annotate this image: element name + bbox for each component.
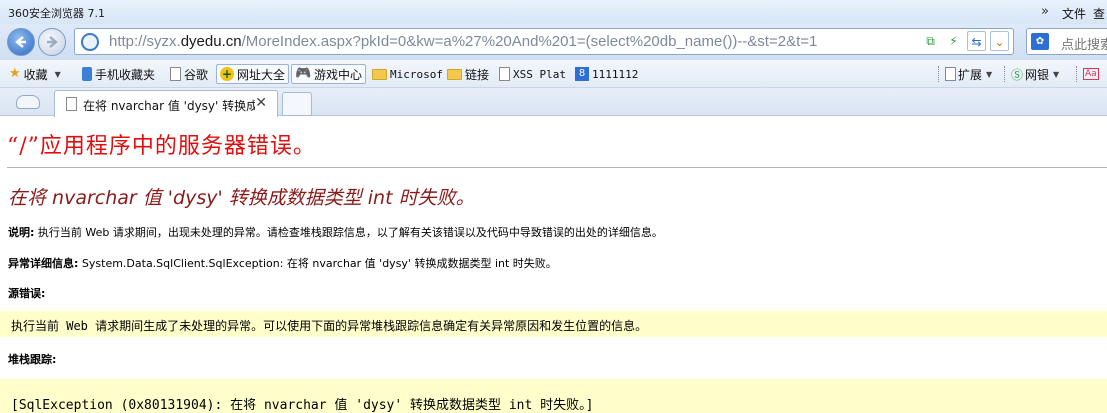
bookmark-links-label: 链接	[465, 67, 490, 82]
close-icon[interactable]: ✕	[255, 95, 267, 111]
bookmark-xss-plat-label: XSS Plat	[513, 67, 566, 81]
bank-icon: Ⓢ	[1011, 67, 1024, 82]
tab-title: 在将 nvarchar 值 'dysy' 转换成数据类型 int 时失败	[83, 99, 255, 113]
url-domain: dyedu.cn	[180, 33, 242, 50]
menu-overflow-chevron[interactable]: »	[1041, 4, 1049, 19]
bookmark-url-directory[interactable]: + 网址大全	[216, 64, 290, 84]
description-label: 说明:	[8, 226, 35, 239]
bookmark-url-directory-label: 网址大全	[237, 67, 286, 82]
address-bar[interactable]: http://syzx.dyedu.cn/MoreIndex.aspx?pkId…	[74, 28, 1014, 55]
page-heading: “/”应用程序中的服务器错误。	[7, 134, 316, 159]
dropdown-chevron-icon[interactable]: ⌄	[990, 31, 1009, 51]
extensions-label: 扩展	[958, 67, 983, 82]
stack-trace-label-line: 堆栈跟踪:	[8, 351, 56, 367]
back-arrow-icon	[15, 36, 26, 48]
error-title: 在将 nvarchar 值 'dysy' 转换成数据类型 int 时失败。	[8, 187, 475, 209]
stack-trace-first-line: [SqlException (0x80131904): 在将 nvarchar …	[11, 398, 594, 413]
folder-icon	[447, 68, 462, 80]
bookmarks-bar: ★ 收藏 ▼ 手机收藏夹 谷歌 + 网址大全 🎮 游戏中心 Microsof 链…	[0, 60, 1107, 88]
navigation-bar: http://syzx.dyedu.cn/MoreIndex.aspx?pkId…	[0, 24, 1107, 60]
url-path: /MoreIndex.aspx?pkId=0&kw=a%27%20And%201…	[241, 33, 818, 50]
new-tab-button[interactable]	[282, 92, 312, 116]
search-placeholder: 点此搜索	[1061, 38, 1107, 53]
page-icon	[499, 67, 510, 81]
bank-label: 网银	[1025, 67, 1050, 82]
stack-trace-label: 堆栈跟踪:	[8, 353, 57, 366]
window-title: 360安全浏览器 7.1	[8, 7, 105, 20]
plus-icon: +	[220, 67, 234, 81]
chevron-down-icon: ▼	[986, 69, 993, 79]
bookmark-google-label: 谷歌	[184, 67, 209, 82]
source-error-label-line: 源错误:	[8, 285, 45, 301]
cloud-icon[interactable]	[16, 95, 40, 109]
source-error-label: 源错误:	[8, 287, 46, 300]
bookmark-number-label: 1111112	[592, 67, 639, 81]
source-error-text: 执行当前 Web 请求期间生成了未处理的异常。可以使用下面的异常堆栈跟踪信息确定…	[11, 319, 648, 333]
bookmark-microsof[interactable]: Microsof	[372, 65, 443, 83]
exception-text: System.Data.SqlClient.SqlException: 在将 n…	[81, 257, 557, 270]
description-text: 执行当前 Web 请求期间，出现未处理的异常。请检查堆栈跟踪信息，以了解有关该错…	[37, 226, 663, 239]
search-engine-icon[interactable]: ✿	[1031, 33, 1049, 50]
tab-active[interactable]: 在将 nvarchar 值 'dysy' 转换成数据类型 int 时失败 ✕	[54, 90, 278, 117]
chevron-down-icon: ▼	[54, 69, 61, 79]
exception-label: 异常详细信息:	[8, 257, 79, 270]
toolbar-grip	[938, 66, 942, 82]
bookmark-mobile-label: 手机收藏夹	[95, 67, 156, 82]
bookmark-xss-plat[interactable]: XSS Plat	[499, 65, 566, 83]
gamepad-icon: 🎮	[295, 66, 312, 81]
window-titlebar: 360安全浏览器 7.1 » 文件 查看	[0, 0, 1107, 38]
menu-file[interactable]: 文件	[1062, 5, 1086, 22]
translate-icon: Aa	[1083, 68, 1099, 80]
exception-paragraph: 异常详细信息: System.Data.SqlClient.SqlExcepti…	[8, 255, 557, 271]
bookmark-number[interactable]: 8 1111112	[575, 65, 638, 83]
favorites-menu[interactable]: ★ 收藏 ▼	[9, 65, 61, 83]
search-box[interactable]: ✿ 点此搜索	[1026, 28, 1107, 55]
translate-button[interactable]: Aa	[1076, 64, 1099, 84]
forward-arrow-icon	[47, 36, 58, 48]
forward-button[interactable]	[38, 28, 66, 56]
bookmark-google[interactable]: 谷歌	[170, 65, 208, 83]
speed-mode-icon[interactable]: ⚡	[944, 31, 963, 51]
folder-icon	[372, 68, 387, 80]
bookmark-add-icon[interactable]: ⧉	[921, 31, 940, 51]
bookmark-mobile[interactable]: 手机收藏夹	[82, 65, 155, 83]
url-prefix: http://syzx.	[109, 33, 181, 50]
bookmark-game-center-label: 游戏中心	[314, 67, 363, 82]
page-globe-icon	[81, 33, 99, 51]
bookmark-links[interactable]: 链接	[447, 65, 489, 83]
stack-trace-box: [SqlException (0x80131904): 在将 nvarchar …	[0, 379, 1107, 413]
toolbar-grip	[1076, 66, 1080, 82]
page-icon	[170, 67, 181, 81]
page-icon	[66, 97, 77, 111]
chevron-down-icon: ▼	[1053, 69, 1060, 79]
bookmark-microsof-label: Microsof	[390, 67, 443, 81]
extensions-menu[interactable]: 扩展 ▼	[938, 64, 992, 84]
tab-bar: 在将 nvarchar 值 'dysy' 转换成数据类型 int 时失败 ✕	[0, 88, 1107, 117]
page-content: “/”应用程序中的服务器错误。 在将 nvarchar 值 'dysy' 转换成…	[0, 117, 1107, 413]
puzzle-icon	[945, 67, 956, 81]
url-text[interactable]: http://syzx.dyedu.cn/MoreIndex.aspx?pkId…	[109, 33, 817, 50]
description-paragraph: 说明: 执行当前 Web 请求期间，出现未处理的异常。请检查堆栈跟踪信息，以了解…	[8, 224, 663, 240]
phone-icon	[82, 67, 92, 81]
toolbar-grip	[1004, 66, 1008, 82]
compat-switch-icon[interactable]: ⇆	[967, 31, 986, 51]
heading-divider	[7, 167, 1107, 168]
bank-menu[interactable]: Ⓢ 网银 ▼	[1004, 64, 1059, 84]
back-button[interactable]	[7, 28, 35, 56]
favorites-label: 收藏	[23, 67, 48, 82]
bookmark-game-center[interactable]: 🎮 游戏中心	[291, 64, 367, 84]
g-logo-icon: 8	[575, 67, 589, 81]
star-icon: ★	[9, 66, 21, 81]
source-error-box: 执行当前 Web 请求期间生成了未处理的异常。可以使用下面的异常堆栈跟踪信息确定…	[0, 311, 1107, 337]
